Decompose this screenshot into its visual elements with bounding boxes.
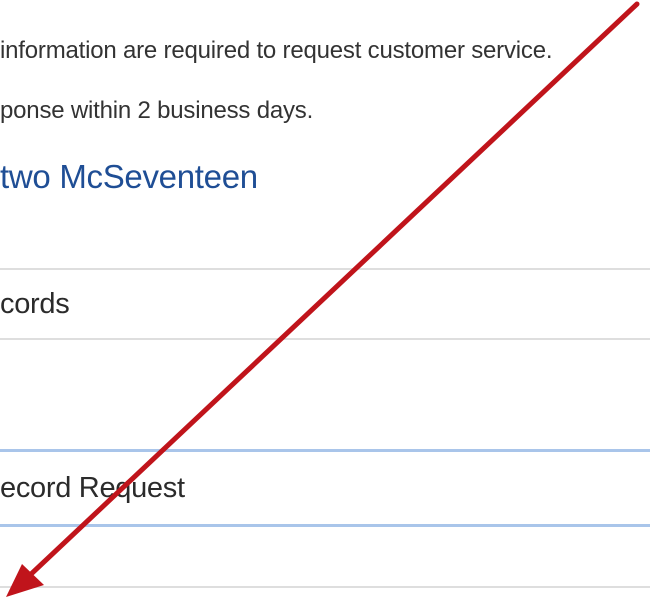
category-value: cords: [0, 288, 70, 320]
subject-input[interactable]: ecord Request: [0, 449, 650, 527]
required-info-text: information are required to request cust…: [0, 37, 553, 64]
category-select[interactable]: cords: [0, 268, 650, 340]
next-field[interactable]: [0, 586, 650, 600]
subject-value: ecord Request: [0, 472, 185, 504]
response-time-text: ponse within 2 business days.: [0, 97, 314, 124]
user-name-link[interactable]: two McSeventeen: [0, 158, 258, 196]
